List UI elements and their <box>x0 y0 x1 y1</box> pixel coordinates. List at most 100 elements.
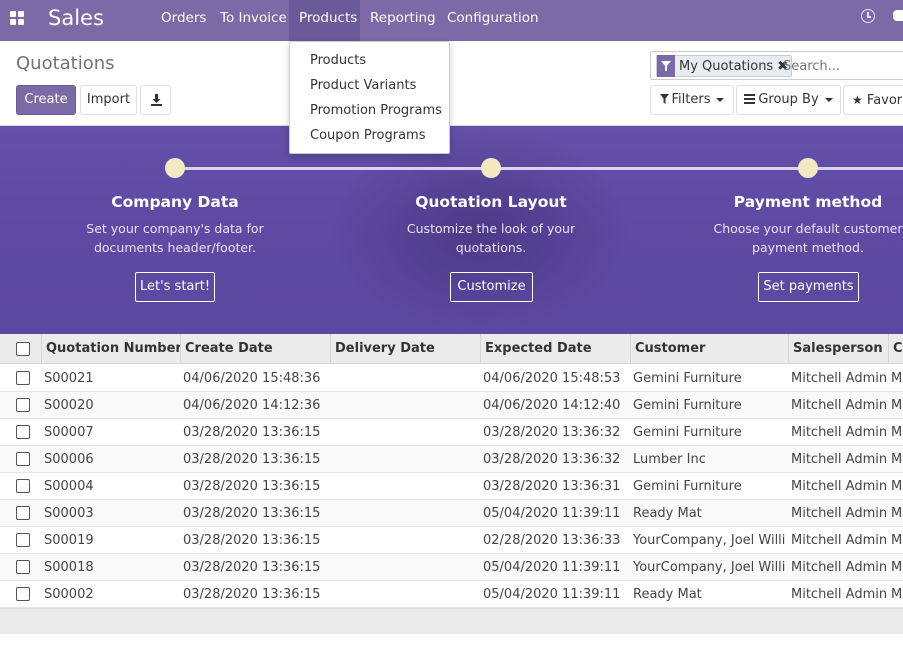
search-input[interactable] <box>783 56 903 76</box>
cell-delivery-date <box>334 392 478 419</box>
dropdown-item-coupon-programs[interactable]: Coupon Programs <box>290 125 449 150</box>
step-company-data: Company Data Set your company's data for… <box>45 192 305 257</box>
table-row[interactable]: S00006 03/28/2020 13:36:15 03/28/2020 13:3… <box>0 446 903 473</box>
cell-salesperson: Mitchell Admin <box>791 479 887 494</box>
dropdown-item-product-variants[interactable]: Product Variants <box>290 75 449 100</box>
cell-customer: Gemini Furniture <box>633 371 742 386</box>
activity-clock-icon[interactable] <box>861 9 875 23</box>
row-checkbox[interactable] <box>16 533 30 547</box>
cell-company: M <box>891 398 903 413</box>
column-header-expected-date[interactable]: Expected Date <box>480 334 630 364</box>
step-description: Choose your default customer payment met… <box>678 219 903 257</box>
row-checkbox[interactable] <box>16 479 30 493</box>
cell-delivery-date <box>334 527 478 554</box>
cell-expected-date: 05/04/2020 11:39:11 <box>483 506 621 521</box>
lets-start-button[interactable]: Let's start! <box>135 272 215 302</box>
cell-customer: YourCompany, Joel Willis <box>633 560 786 575</box>
cell-salesperson: Mitchell Admin <box>791 587 887 602</box>
apps-grid-icon[interactable] <box>10 11 24 25</box>
cell-customer: YourCompany, Joel Willis <box>633 533 786 548</box>
column-header-delivery-date[interactable]: Delivery Date <box>330 334 480 364</box>
cell-expected-date: 03/28/2020 13:36:32 <box>483 425 621 440</box>
column-header-quotation-number[interactable]: Quotation Number <box>41 334 180 364</box>
select-all-checkbox[interactable] <box>16 342 30 356</box>
table-row[interactable]: S00020 04/06/2020 14:12:36 04/06/2020 14:1… <box>0 392 903 419</box>
cell-quotation-number: S00019 <box>44 533 94 548</box>
row-checkbox[interactable] <box>16 560 30 574</box>
table-row[interactable]: S00003 03/28/2020 13:36:15 05/04/2020 11:3… <box>0 500 903 527</box>
create-button[interactable]: Create <box>16 85 76 115</box>
products-dropdown-menu: Products Product Variants Promotion Prog… <box>289 41 450 154</box>
cell-company: M <box>891 587 903 602</box>
cell-quotation-number: S00020 <box>44 398 94 413</box>
cell-create-date: 03/28/2020 13:36:15 <box>183 479 321 494</box>
cell-customer: Gemini Furniture <box>633 398 742 413</box>
cell-customer: Lumber Inc <box>633 452 706 467</box>
step-dot <box>481 158 501 178</box>
cell-create-date: 03/28/2020 13:36:15 <box>183 452 321 467</box>
chat-icon[interactable] <box>893 10 903 21</box>
menu-products[interactable]: Products <box>289 0 360 41</box>
filters-label: Filters <box>671 92 711 107</box>
table-row[interactable]: S00004 03/28/2020 13:36:15 03/28/2020 13:3… <box>0 473 903 500</box>
row-checkbox[interactable] <box>16 398 30 412</box>
cell-salesperson: Mitchell Admin <box>791 452 887 467</box>
cell-quotation-number: S00004 <box>44 479 94 494</box>
table-row[interactable]: S00002 03/28/2020 13:36:15 05/04/2020 11:3… <box>0 581 903 608</box>
dropdown-item-promotion-programs[interactable]: Promotion Programs <box>290 100 449 125</box>
cell-company: M <box>891 371 903 386</box>
cell-quotation-number: S00007 <box>44 425 94 440</box>
column-header-create-date[interactable]: Create Date <box>180 334 330 364</box>
step-title: Quotation Layout <box>415 193 567 211</box>
list-icon <box>744 94 756 104</box>
favorites-label: Favorites <box>866 93 903 108</box>
row-checkbox[interactable] <box>16 425 30 439</box>
download-button[interactable] <box>140 85 171 115</box>
row-checkbox[interactable] <box>16 452 30 466</box>
table-header: Quotation Number Create Date Delivery Da… <box>0 334 903 364</box>
cell-customer: Gemini Furniture <box>633 425 742 440</box>
cell-create-date: 03/28/2020 13:36:15 <box>183 425 321 440</box>
cell-create-date: 03/28/2020 13:36:15 <box>183 533 321 548</box>
dropdown-item-products[interactable]: Products <box>290 50 449 75</box>
column-header-customer[interactable]: Customer <box>630 334 788 364</box>
table-row[interactable]: S00019 03/28/2020 13:36:15 02/28/2020 13:3… <box>0 527 903 554</box>
step-description-line: documents header/footer. <box>93 240 257 255</box>
table-footer <box>0 608 903 634</box>
menu-reporting[interactable]: Reporting <box>360 0 446 41</box>
cell-delivery-date <box>334 581 478 608</box>
customize-button[interactable]: Customize <box>450 272 533 302</box>
cell-delivery-date <box>334 554 478 581</box>
step-payment-method: Payment method Choose your default custo… <box>678 192 903 257</box>
group-by-button[interactable]: Group By <box>736 85 841 115</box>
table-row[interactable]: S00007 03/28/2020 13:36:15 03/28/2020 13:3… <box>0 419 903 446</box>
cell-salesperson: Mitchell Admin <box>791 506 887 521</box>
row-checkbox[interactable] <box>16 506 30 520</box>
menu-orders[interactable]: Orders <box>151 0 216 41</box>
menu-configuration[interactable]: Configuration <box>437 0 549 41</box>
top-navbar: Sales Orders To Invoice Products Reporti… <box>0 0 903 41</box>
table-row[interactable]: S00021 04/06/2020 15:48:36 04/06/2020 15:4… <box>0 365 903 392</box>
cell-expected-date: 03/28/2020 13:36:32 <box>483 452 621 467</box>
page-title: Quotations <box>16 53 115 74</box>
cell-create-date: 04/06/2020 15:48:36 <box>183 371 321 386</box>
download-icon <box>151 94 162 106</box>
column-header-salesperson[interactable]: Salesperson <box>788 334 888 364</box>
row-checkbox[interactable] <box>16 371 30 385</box>
cell-expected-date: 04/06/2020 14:12:40 <box>483 398 621 413</box>
cell-create-date: 03/28/2020 13:36:15 <box>183 506 321 521</box>
step-dot <box>165 158 185 178</box>
column-header-company[interactable]: Co <box>888 334 903 364</box>
import-button[interactable]: Import <box>80 85 137 115</box>
set-payments-button[interactable]: Set payments <box>758 272 859 302</box>
cell-company: M <box>891 506 903 521</box>
row-checkbox[interactable] <box>16 587 30 601</box>
cell-salesperson: Mitchell Admin <box>791 560 887 575</box>
favorites-button[interactable]: ★ Favorites <box>843 85 903 115</box>
app-brand[interactable]: Sales <box>48 5 104 31</box>
filters-button[interactable]: Filters <box>650 85 734 115</box>
table-row[interactable]: S00018 03/28/2020 13:36:15 05/04/2020 11:3… <box>0 554 903 581</box>
cell-create-date: 04/06/2020 14:12:36 <box>183 398 321 413</box>
cell-quotation-number: S00018 <box>44 560 94 575</box>
menu-to-invoice[interactable]: To Invoice <box>210 0 297 41</box>
